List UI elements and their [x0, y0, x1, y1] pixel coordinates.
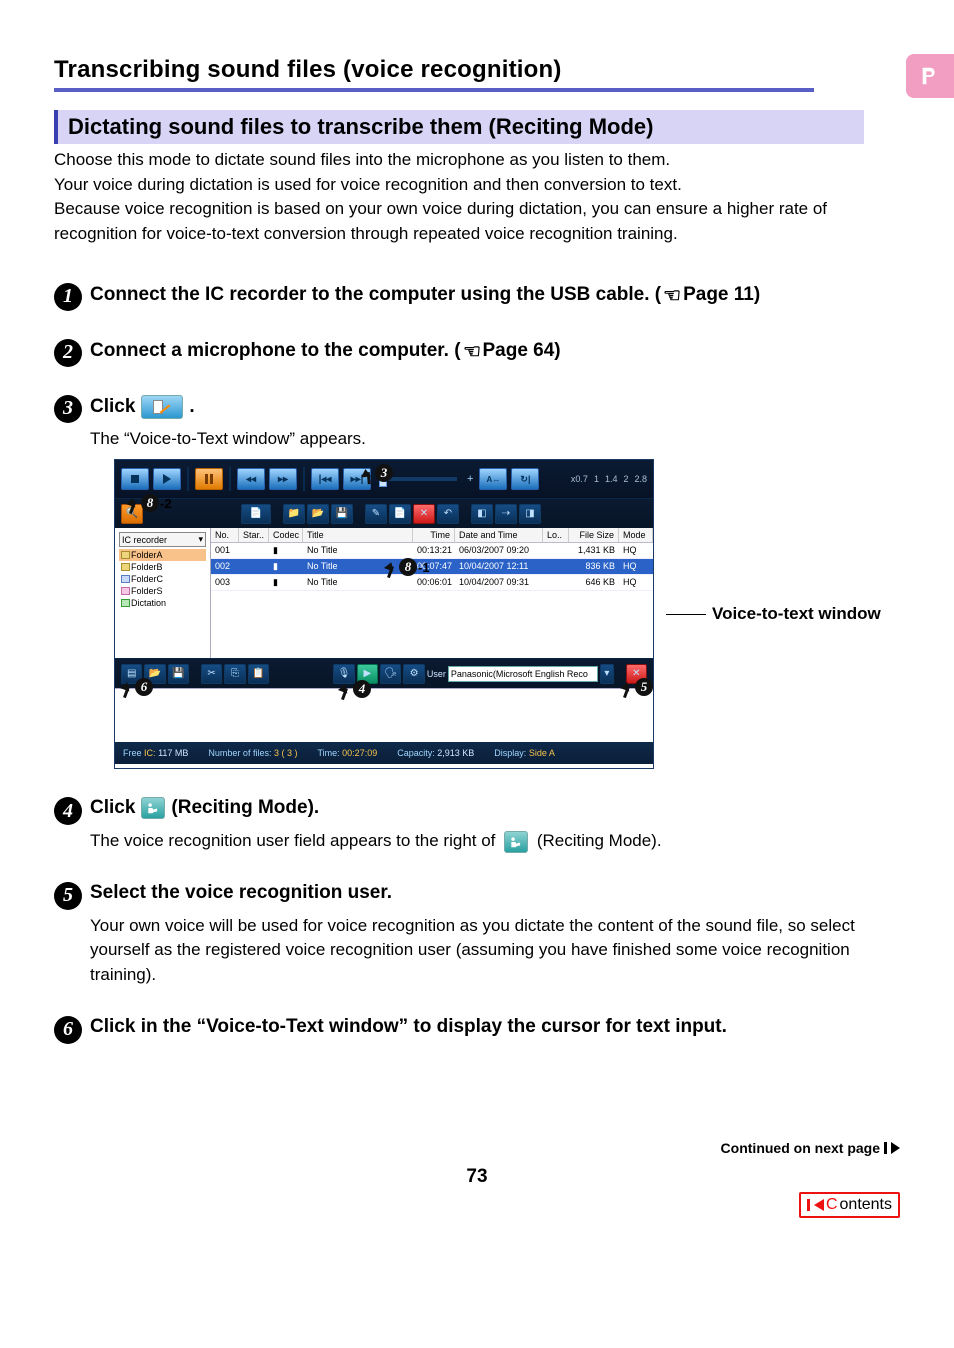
save-button[interactable]: 💾 [331, 504, 353, 524]
tree-item[interactable]: FolderA [119, 549, 206, 561]
subsection-heading: Dictating sound files to transcribe them… [54, 110, 864, 144]
folder-down-button[interactable]: 📂 [307, 504, 329, 524]
cut-button[interactable]: ✂ [201, 664, 222, 684]
tree-item[interactable]: Dictation [119, 597, 206, 609]
continued-label: Continued on next page [54, 1140, 900, 1156]
step-3-heading: Click . [90, 395, 195, 419]
pr-badge [906, 54, 954, 98]
page-title: Transcribing sound files (voice recognit… [54, 56, 562, 86]
tree-item[interactable]: FolderS [119, 585, 206, 597]
step-number-3: 3 [54, 395, 82, 423]
repeat-ab-button[interactable]: A↔ [479, 468, 507, 490]
undo-button[interactable]: ↶ [437, 504, 459, 524]
tree-item[interactable]: FolderC [119, 573, 206, 585]
leader-line [666, 614, 706, 615]
delete-button[interactable]: ✕ [413, 504, 435, 524]
skip-fwd-button[interactable]: ▸▸| [343, 468, 371, 490]
merge-button[interactable]: ⇢ [495, 504, 517, 524]
step-3-body: The “Voice-to-Text window” appears. [90, 427, 860, 452]
step-number-5: 5 [54, 882, 82, 910]
transcribe-mode-button[interactable]: ▶ [357, 664, 378, 684]
app-screenshot: ◂◂ ▸▸ |◂◂ ▸▸| + A↔ ↻| x0.7 1 1.4 [114, 459, 654, 769]
reciting-mode-icon [141, 797, 165, 819]
step-number-4: 4 [54, 797, 82, 825]
seek-slider[interactable] [379, 477, 457, 481]
record-button[interactable]: 🎙 [333, 664, 354, 684]
plus-icon: + [465, 473, 475, 485]
new-file-button[interactable]: 📄 [389, 504, 411, 524]
step-6-heading: Click in the “Voice-to-Text window” to d… [90, 1016, 727, 1038]
open-note-button[interactable]: 📂 [144, 664, 165, 684]
reciting-mode-icon [504, 831, 528, 853]
list-row[interactable]: 003▮ No Title00:06:01 10/04/2007 09:31 6… [211, 575, 653, 591]
list-row[interactable]: 002▮ No Title00:07:47 10/04/2007 12:11 8… [211, 559, 653, 575]
voice-to-text-button[interactable]: 📄 [241, 504, 271, 524]
save-note-button[interactable]: 💾 [168, 664, 189, 684]
edit-button[interactable]: ✎ [365, 504, 387, 524]
step-number-2: 2 [54, 339, 82, 367]
play-button[interactable] [153, 468, 181, 490]
close-panel-button[interactable]: ✕ [626, 664, 647, 684]
pointer-icon: ☞ [463, 339, 481, 364]
split-right-button[interactable]: ◨ [519, 504, 541, 524]
list-header: No. Star.. Codec Title Time Date and Tim… [211, 528, 653, 543]
user-dropdown-button[interactable]: ▾ [600, 664, 614, 684]
stop-button[interactable] [121, 468, 149, 490]
voice-to-text-editor[interactable] [115, 688, 653, 742]
status-bar: Free IC: 117 MB Number of files: 3 ( 3 )… [115, 742, 653, 764]
voice-to-text-button-icon [141, 395, 183, 419]
pointer-icon: ☞ [663, 283, 681, 308]
reciting-mode-button[interactable]: 🗣 [380, 664, 401, 684]
skip-back-button[interactable]: |◂◂ [311, 468, 339, 490]
settings-button[interactable]: ⚙ [403, 664, 424, 684]
step-1-heading: Connect the IC recorder to the computer … [90, 283, 760, 308]
search-mode-button[interactable]: 🔍 [121, 504, 143, 524]
folder-tree[interactable]: IC recorder▾ FolderA FolderB FolderC Fol… [115, 528, 211, 658]
main-toolbar: 🔍 📄 📁 📂 💾 ✎ 📄 ✕ ↶ [115, 498, 653, 528]
list-row[interactable]: 001▮ No Title00:13:21 06/03/2007 09:20 1… [211, 543, 653, 559]
step-5-heading: Select the voice recognition user. [90, 882, 392, 904]
step-4-heading: Click (Reciting Mode). [90, 797, 319, 819]
copy-button[interactable]: ⎘ [224, 664, 245, 684]
forward-button[interactable]: ▸▸ [269, 468, 297, 490]
step-5-body: Your own voice will be used for voice re… [90, 914, 860, 988]
note-toolbar: ▤ 📂 💾 ✂ ⎘ 📋 🎙 ▶ 🗣 ⚙ U [115, 658, 653, 688]
page-number: 73 [54, 1166, 900, 1188]
voice-to-text-window-label: Voice-to-text window [712, 604, 881, 624]
new-note-button[interactable]: ▤ [121, 664, 142, 684]
divider [54, 88, 814, 92]
user-label: User [427, 669, 446, 679]
speed-scale: x0.7 1 1.4 2 2.8 [571, 474, 647, 484]
split-left-button[interactable]: ◧ [471, 504, 493, 524]
step-4-body: The voice recognition user field appears… [90, 829, 860, 854]
rewind-button[interactable]: ◂◂ [237, 468, 265, 490]
step-number-1: 1 [54, 283, 82, 311]
repeat-button[interactable]: ↻| [511, 468, 539, 490]
step-2-heading: Connect a microphone to the computer. (☞… [90, 339, 561, 364]
file-list[interactable]: No. Star.. Codec Title Time Date and Tim… [211, 528, 653, 658]
folder-up-button[interactable]: 📁 [283, 504, 305, 524]
contents-link[interactable]: CContentsontents [799, 1192, 900, 1218]
paste-button[interactable]: 📋 [248, 664, 269, 684]
intro-text: Choose this mode to dictate sound files … [54, 148, 864, 247]
tree-item[interactable]: FolderB [119, 561, 206, 573]
pause-button[interactable] [195, 468, 223, 490]
user-select[interactable] [448, 666, 598, 682]
playback-toolbar: ◂◂ ▸▸ |◂◂ ▸▸| + A↔ ↻| x0.7 1 1.4 [115, 460, 653, 498]
step-number-6: 6 [54, 1016, 82, 1044]
